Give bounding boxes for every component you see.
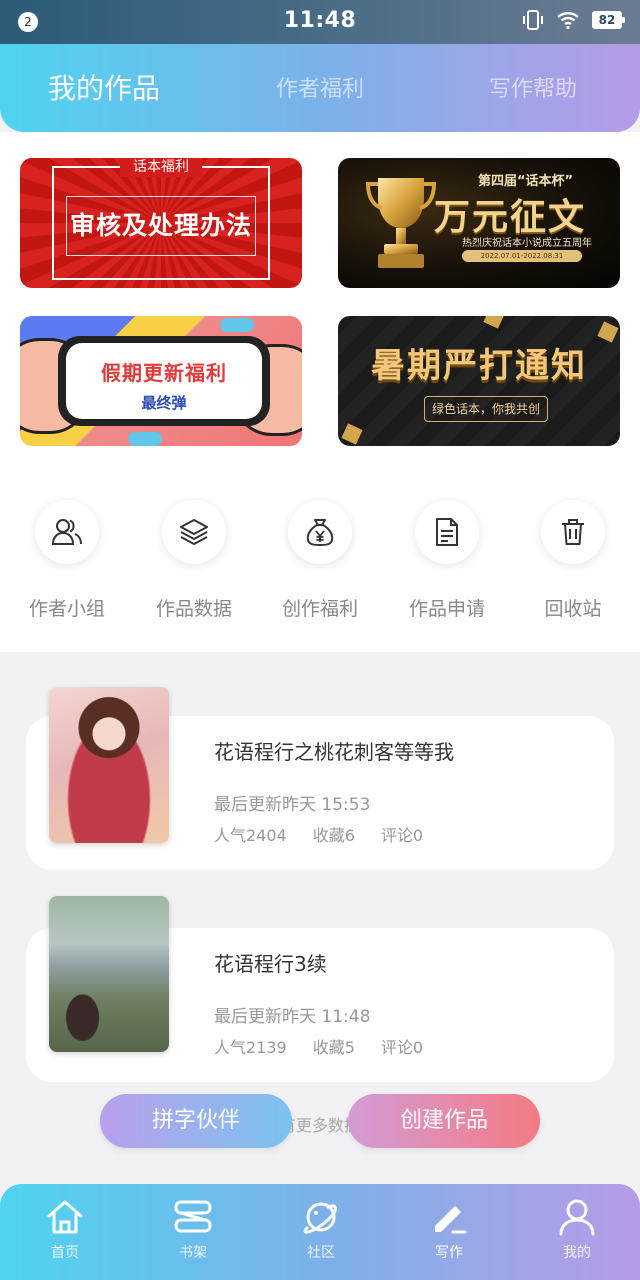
quick-author-group[interactable]: 作者小组 <box>17 500 117 621</box>
quick-recycle-bin[interactable]: 回收站 <box>523 500 623 621</box>
nav-profile[interactable]: 我的 <box>532 1198 622 1262</box>
header-tabs: 我的作品 作者福利 写作帮助 <box>0 44 640 132</box>
nav-write[interactable]: 写作 <box>404 1198 494 1262</box>
banner-essay-contest[interactable]: 第四届“话本杯” 万元征文 热烈庆祝话本小说成立五周年 2022.07.01-2… <box>338 158 620 288</box>
banner-title: 假期更新福利 <box>101 361 227 385</box>
banner-subtitle: 绿色话本，你我共创 <box>424 396 548 422</box>
quick-icon-circle <box>162 500 226 564</box>
banner-title: 万元征文 <box>434 197 587 238</box>
banner-title: 暑期严打通知 <box>371 346 587 386</box>
quick-label: 作者小组 <box>28 598 105 620</box>
document-icon <box>436 518 458 546</box>
user-icon <box>559 1199 595 1236</box>
partner-button[interactable]: 拼字伙伴 <box>100 1094 292 1148</box>
battery-icon: 82 <box>592 11 625 29</box>
quick-label: 作品申请 <box>408 598 485 620</box>
gold-decoration <box>341 423 363 445</box>
work-stats: 人气2139 收藏5 评论0 <box>214 1034 449 1058</box>
tab-author-welfare[interactable]: 作者福利 <box>276 44 364 132</box>
quick-work-application[interactable]: 作品申请 <box>397 500 497 621</box>
people-icon <box>51 519 82 545</box>
pen-icon <box>435 1206 467 1234</box>
work-popularity: 人气2404 <box>214 826 287 845</box>
work-favorites: 收藏6 <box>312 826 355 845</box>
quick-label: 作品数据 <box>155 598 232 620</box>
create-work-button[interactable]: 创建作品 <box>348 1094 540 1148</box>
trophy-icon <box>365 178 437 268</box>
banner-subtitle: 热烈庆祝话本小说成立五周年 <box>462 238 592 249</box>
quick-label: 创作福利 <box>281 598 358 620</box>
no-more-data-text: 没有更多数据了 <box>263 1116 376 1135</box>
work-comments: 评论0 <box>380 1038 424 1057</box>
banner-kicker: 话本福利 <box>120 158 202 177</box>
nav-label: 首页 <box>51 1245 79 1261</box>
phone-illustration: 假期更新福利 最终弹 <box>58 336 270 426</box>
money-bag-icon <box>306 519 334 547</box>
top-panel: 话本福利 审核及处理办法 第四届“话本杯” 万元征文 热烈庆祝话本小说成立五周年… <box>0 132 640 652</box>
quick-work-data[interactable]: 作品数据 <box>144 500 244 621</box>
phone-screen: 假期更新福利 最终弹 <box>66 343 262 419</box>
quick-icon-circle <box>35 500 99 564</box>
nav-bookshelf[interactable]: 书架 <box>148 1198 238 1262</box>
tab-my-works[interactable]: 我的作品 <box>48 44 160 132</box>
nav-community[interactable]: 社区 <box>276 1198 366 1262</box>
work-favorites: 收藏5 <box>312 1038 355 1057</box>
wifi-icon <box>556 10 580 30</box>
banner-kicker: 第四届“话本杯” <box>478 174 574 189</box>
work-cover[interactable] <box>49 896 169 1052</box>
nav-label: 写作 <box>435 1245 463 1261</box>
banner-subtitle: 最终弹 <box>141 394 187 412</box>
quick-icon-circle <box>288 500 352 564</box>
quick-icon-circle <box>415 500 479 564</box>
quick-icon-circle <box>541 500 605 564</box>
work-stats: 人气2404 收藏6 评论0 <box>214 822 449 846</box>
banner-title: 审核及处理办法 <box>69 211 252 240</box>
vibrate-icon <box>522 9 544 31</box>
quick-label: 回收站 <box>544 598 602 620</box>
trash-icon <box>562 519 584 545</box>
work-cover[interactable] <box>49 687 169 843</box>
work-updated: 最后更新昨天 11:48 <box>214 1007 371 1027</box>
work-title: 花语程行之桃花刺客等等我 <box>214 740 454 764</box>
banner-date: 2022.07.01-2022.08.31 <box>462 250 582 262</box>
cloud-decoration <box>128 432 162 446</box>
planet-icon <box>303 1202 337 1234</box>
banner-review-policy[interactable]: 话本福利 审核及处理办法 <box>20 158 302 288</box>
nav-label: 我的 <box>563 1245 591 1261</box>
banner-holiday-update[interactable]: 假期更新福利 最终弹 <box>20 316 302 446</box>
bookshelf-icon <box>174 1200 212 1233</box>
work-comments: 评论0 <box>380 826 424 845</box>
work-updated: 最后更新昨天 15:53 <box>214 795 371 815</box>
banner-summer-crackdown[interactable]: 暑期严打通知 绿色话本，你我共创 <box>338 316 620 446</box>
work-popularity: 人气2139 <box>214 1038 287 1057</box>
work-title: 花语程行3续 <box>214 952 327 976</box>
home-icon <box>47 1200 83 1234</box>
tab-writing-help[interactable]: 写作帮助 <box>489 44 577 132</box>
nav-label: 社区 <box>307 1245 335 1261</box>
layers-icon <box>180 519 208 545</box>
cloud-decoration <box>220 318 254 332</box>
status-icons: 82 <box>522 9 625 31</box>
nav-label: 书架 <box>179 1245 207 1261</box>
nav-home[interactable]: 首页 <box>20 1198 110 1262</box>
quick-creation-welfare[interactable]: 创作福利 <box>270 500 370 621</box>
status-bar: 2 11:48 82 <box>0 0 640 44</box>
bottom-nav: 首页 书架 社区 写作 我的 <box>0 1184 640 1280</box>
gold-decoration <box>483 316 505 329</box>
banner-frame: 话本福利 审核及处理办法 <box>52 158 270 280</box>
